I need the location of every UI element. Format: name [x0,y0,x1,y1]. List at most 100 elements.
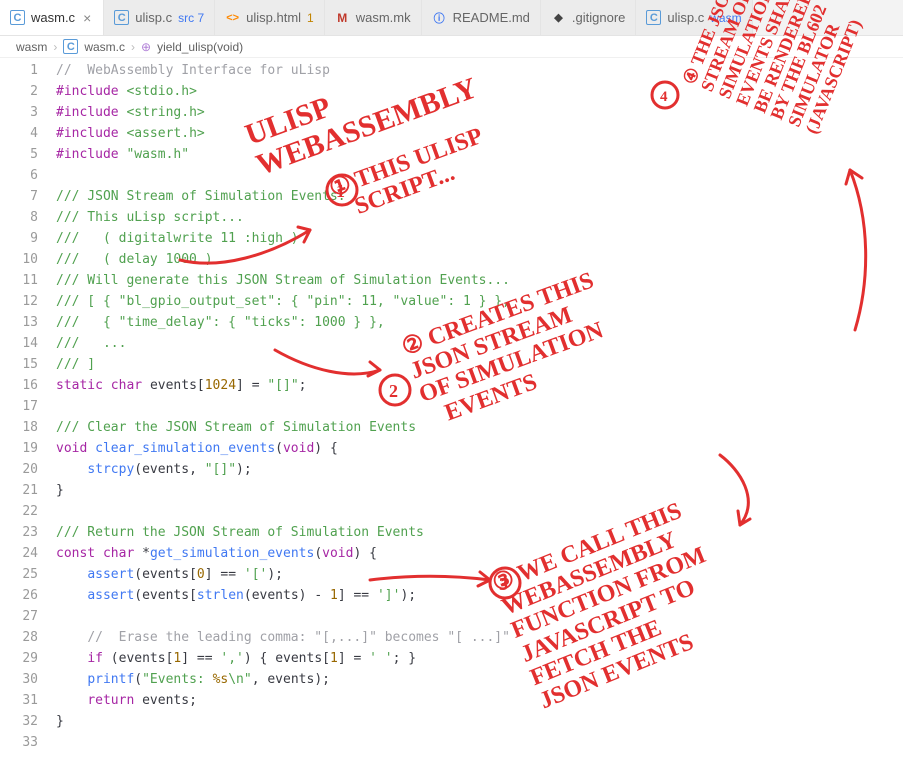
line-number: 13 [0,312,56,333]
line-number: 5 [0,144,56,165]
breadcrumb: wasm › C wasm.c › ⊕ yield_ulisp(void) [0,36,903,58]
code-line[interactable]: /// ... [56,333,903,354]
code-line[interactable] [56,606,903,627]
tab-label: .gitignore [572,10,625,25]
code-line[interactable]: /// JSON Stream of Simulation Events: [56,186,903,207]
code-line[interactable]: assert(events[0] == '['); [56,564,903,585]
line-number: 16 [0,375,56,396]
line-number: 3 [0,102,56,123]
code-line[interactable]: printf("Events: %s\n", events); [56,669,903,690]
tab-ulisp-c[interactable]: Culisp.c src 7 [104,0,215,36]
code-line[interactable]: strcpy(events, "[]"); [56,459,903,480]
code-line[interactable]: /// Clear the JSON Stream of Simulation … [56,417,903,438]
line-number: 11 [0,270,56,291]
code-line[interactable]: #include <stdio.h> [56,81,903,102]
file-icon: M [335,10,350,25]
tab-label: ulisp.html [246,10,301,25]
code-line[interactable]: static char events[1024] = "[]"; [56,375,903,396]
code-line[interactable]: const char *get_simulation_events(void) … [56,543,903,564]
code-line[interactable] [56,165,903,186]
tab--gitignore[interactable]: ◆ .gitignore [541,0,636,36]
function-icon: ⊕ [141,40,151,54]
code-line[interactable]: assert(events[strlen(events) - 1] == ']'… [56,585,903,606]
line-number: 18 [0,417,56,438]
file-icon: C [114,10,129,25]
line-number: 15 [0,354,56,375]
code-line[interactable]: return events; [56,690,903,711]
code-line[interactable]: // Erase the leading comma: "[,...]" bec… [56,627,903,648]
tab-ulisp-html[interactable]: <>ulisp.html1 [215,0,325,36]
line-number: 30 [0,669,56,690]
file-icon: ◆ [551,10,566,25]
tab-badge: src 7 [178,11,204,25]
tab-label: ulisp.c [135,10,172,25]
file-icon: C [646,10,661,25]
line-number: 12 [0,291,56,312]
line-number: 1 [0,60,56,81]
code-line[interactable]: /// ( delay 1000 ) [56,249,903,270]
code-line[interactable]: #include <string.h> [56,102,903,123]
c-file-icon: C [63,39,78,54]
tab-wasm-c[interactable]: Cwasm.c × [0,0,104,36]
line-number: 32 [0,711,56,732]
tab-label: README.md [453,10,530,25]
line-number: 26 [0,585,56,606]
code-line[interactable]: /// ] [56,354,903,375]
code-line[interactable]: } [56,480,903,501]
code-line[interactable]: void clear_simulation_events(void) { [56,438,903,459]
tab-label: ulisp.c [667,10,704,25]
tab-wasm-mk[interactable]: Mwasm.mk [325,0,422,36]
tab-bar: Cwasm.c×Culisp.csrc 7<>ulisp.html1Mwasm.… [0,0,903,36]
line-number: 6 [0,165,56,186]
code-line[interactable]: } [56,711,903,732]
file-icon: <> [225,10,240,25]
code-line[interactable] [56,501,903,522]
chevron-right-icon: › [53,40,57,54]
chevron-right-icon: › [131,40,135,54]
line-number: 19 [0,438,56,459]
tab-badge: wasm [710,11,741,25]
code-line[interactable]: #include "wasm.h" [56,144,903,165]
line-number: 14 [0,333,56,354]
code-line[interactable]: #include <assert.h> [56,123,903,144]
code-line[interactable]: /// ( digitalwrite 11 :high ) [56,228,903,249]
code-line[interactable]: /// { "time_delay": { "ticks": 1000 } }, [56,312,903,333]
code-line[interactable]: /// This uLisp script... [56,207,903,228]
breadcrumb-symbol[interactable]: yield_ulisp(void) [157,40,243,54]
tab-label: wasm.mk [356,10,411,25]
code-line[interactable] [56,396,903,417]
line-number: 23 [0,522,56,543]
line-number: 21 [0,480,56,501]
line-number: 10 [0,249,56,270]
code-area[interactable]: // WebAssembly Interface for uLisp#inclu… [56,58,903,760]
code-line[interactable] [56,732,903,753]
line-number: 8 [0,207,56,228]
line-number: 28 [0,627,56,648]
file-icon: C [10,10,25,25]
tab-label: wasm.c [31,10,75,25]
line-number: 20 [0,459,56,480]
tab-README-md[interactable]: ⓘ README.md [422,0,541,36]
line-number-gutter: 1234567891011121314151617181920212223242… [0,58,56,760]
line-number: 22 [0,501,56,522]
line-number: 7 [0,186,56,207]
line-number: 25 [0,564,56,585]
line-number: 31 [0,690,56,711]
line-number: 29 [0,648,56,669]
code-line[interactable]: // WebAssembly Interface for uLisp [56,60,903,81]
editor-pane[interactable]: 1234567891011121314151617181920212223242… [0,58,903,760]
code-line[interactable]: /// Return the JSON Stream of Simulation… [56,522,903,543]
breadcrumb-file[interactable]: wasm.c [84,40,125,54]
line-number: 27 [0,606,56,627]
line-number: 9 [0,228,56,249]
line-number: 4 [0,123,56,144]
breadcrumb-folder[interactable]: wasm [16,40,47,54]
line-number: 33 [0,732,56,753]
line-number: 2 [0,81,56,102]
code-line[interactable]: /// Will generate this JSON Stream of Si… [56,270,903,291]
code-line[interactable]: if (events[1] == ',') { events[1] = ' ';… [56,648,903,669]
close-icon[interactable]: × [81,10,93,26]
tab-ulisp-c[interactable]: Culisp.c wasm [636,0,752,36]
code-line[interactable]: /// [ { "bl_gpio_output_set": { "pin": 1… [56,291,903,312]
file-icon: ⓘ [432,10,447,25]
